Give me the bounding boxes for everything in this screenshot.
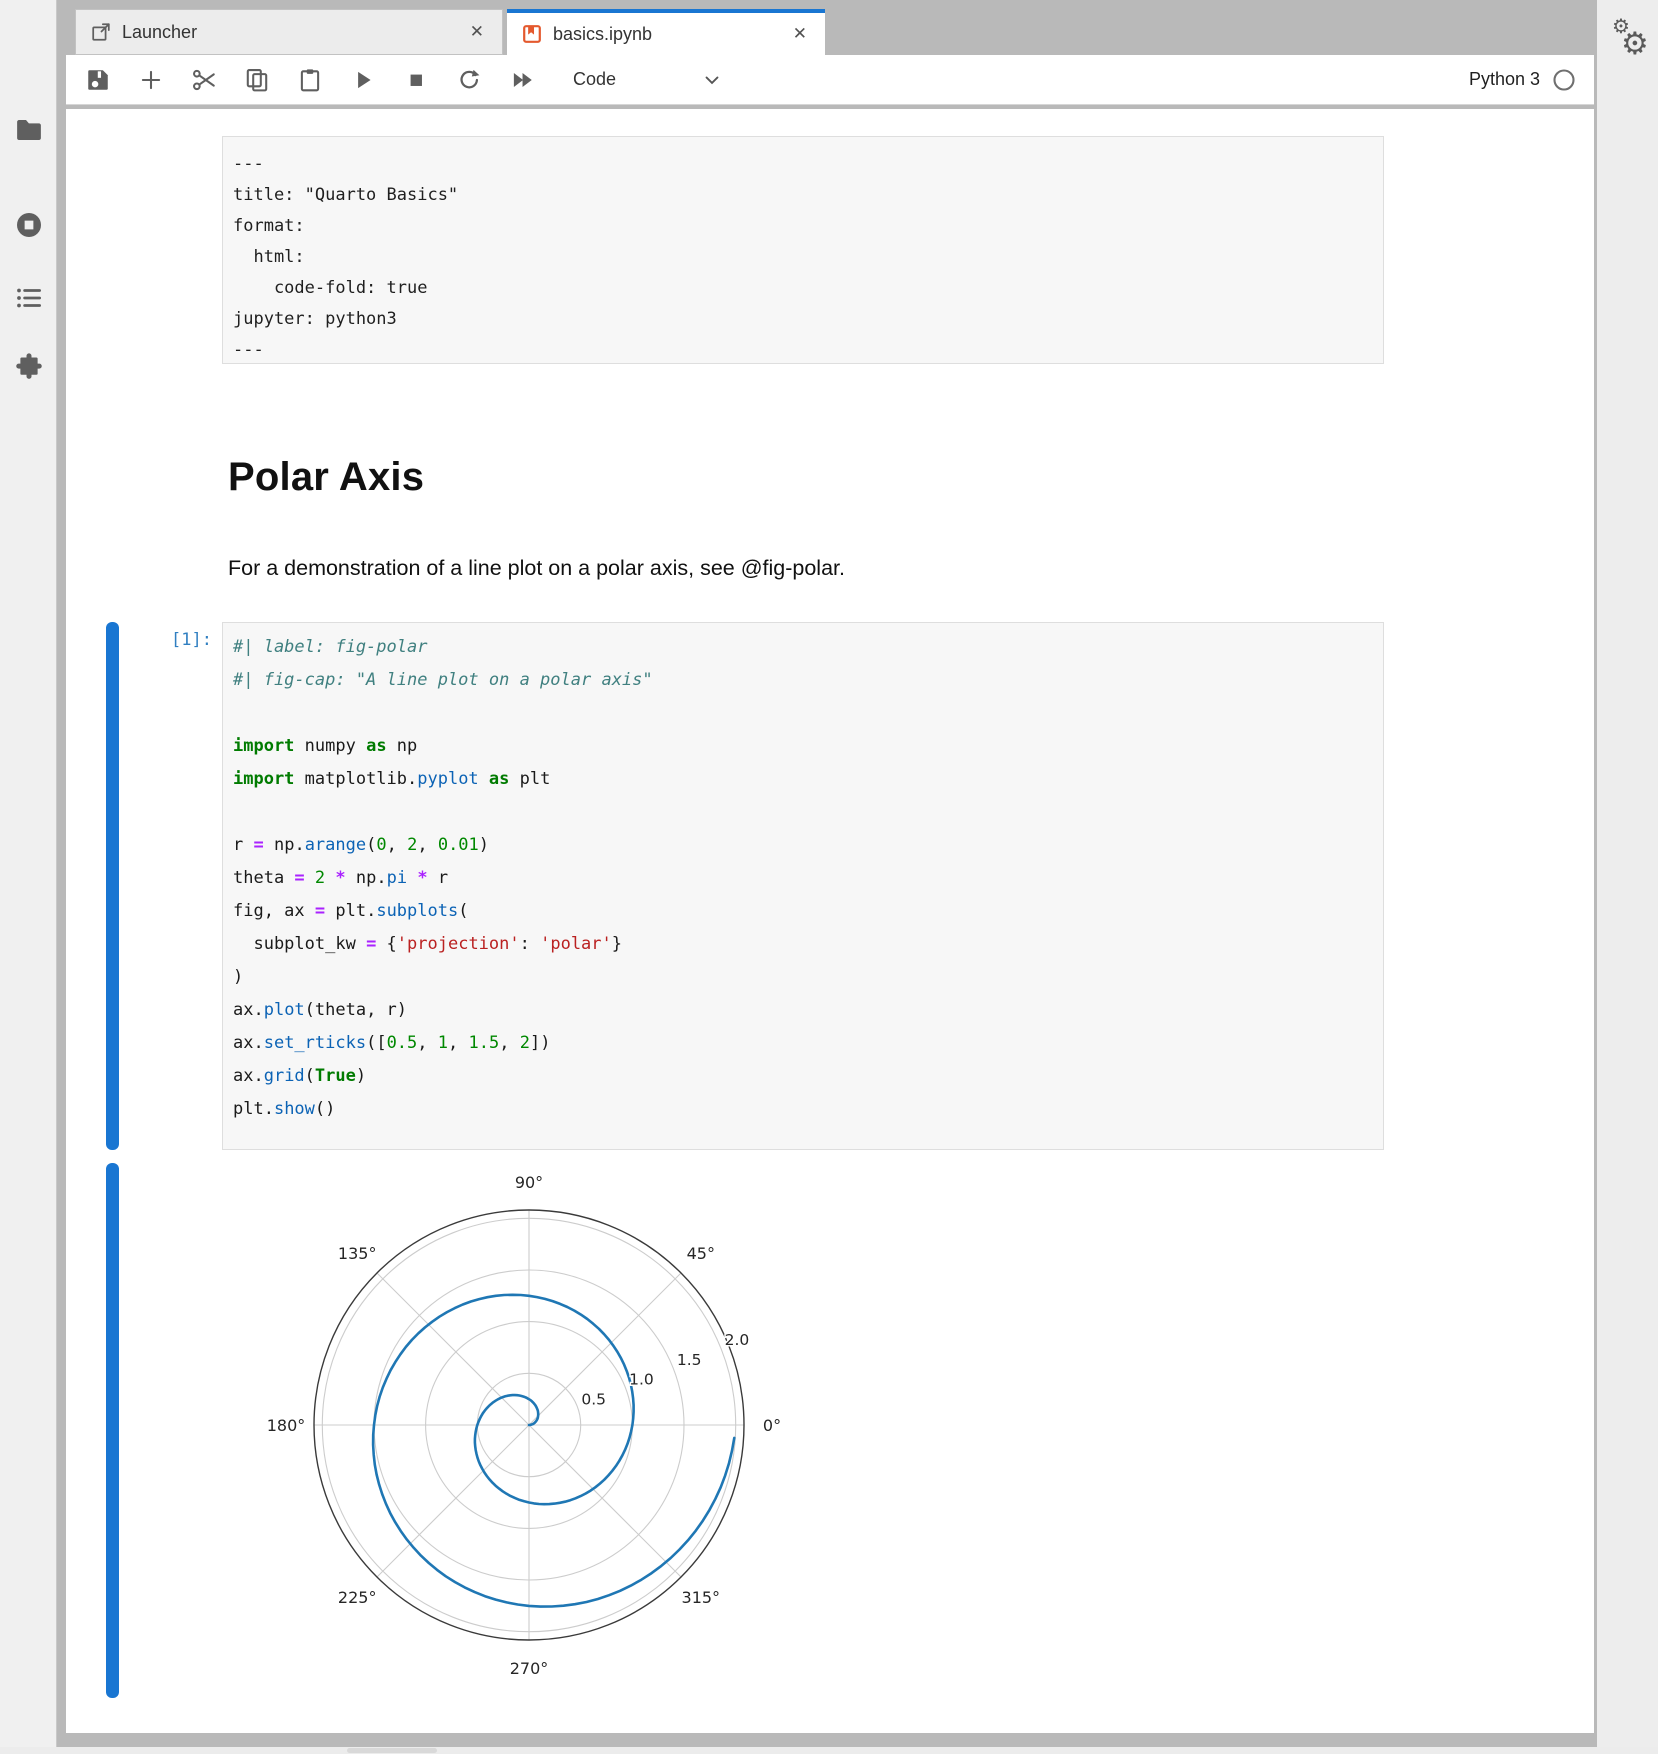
gear-icon: ⚙ [1621,26,1649,62]
tab-basics-ipynb[interactable]: basics.ipynb ✕ [507,9,825,55]
polar-r-tick-label: 0.5 [581,1390,606,1408]
yaml-raw-cell-editor[interactable]: ---title: "Quarto Basics"format: html: c… [222,136,1384,364]
copy-icon [244,67,270,93]
polar-spiral-line [373,1295,734,1607]
polar-spoke-gridline [377,1425,529,1577]
interrupt-kernel-button[interactable] [400,64,432,96]
markdown-heading: Polar Axis [228,455,424,500]
launcher-icon [90,21,112,43]
polar-theta-tick-label: 270° [510,1659,549,1678]
code-cell-editor[interactable]: #| label: fig-polar#| fig-cap: "A line p… [222,622,1384,1150]
input-cell-collapser[interactable] [106,622,119,1150]
polar-theta-tick-label: 315° [682,1588,721,1607]
restart-kernel-button[interactable] [453,64,485,96]
bottom-strip [0,1747,1658,1754]
polar-theta-tick-label: 180° [267,1416,306,1435]
extension-manager-icon[interactable] [12,350,46,384]
right-rail: ⚙ ⚙ [1597,0,1658,1754]
polar-theta-tick-label: 90° [515,1173,543,1192]
stop-icon [403,67,429,93]
running-kernels-icon[interactable] [12,208,46,242]
notebook-icon [521,23,543,45]
puzzle-icon [14,352,44,382]
plus-icon [138,67,164,93]
list-icon [14,283,44,313]
run-cell-button[interactable] [347,64,379,96]
kernel-status-indicator[interactable] [1552,68,1576,92]
restart-icon [456,67,482,93]
notebook-content: ---title: "Quarto Basics"format: html: c… [66,109,1594,1733]
file-browser-icon[interactable] [12,113,46,147]
kernel-area: Python 3 [1469,68,1594,92]
kernel-name[interactable]: Python 3 [1469,69,1540,90]
polar-spoke-gridline [529,1425,681,1577]
notebook-toolbar: Code Python 3 [66,55,1594,105]
clipboard-icon [297,67,323,93]
markdown-paragraph: For a demonstration of a line plot on a … [228,556,845,581]
fast-forward-icon [509,67,535,93]
restart-run-all-button[interactable] [506,64,538,96]
polar-plot-svg: 0° 45° 90° 135° 180° 225° 270° 315° 0.5 1.0 1.5 2.0 [240,1158,820,1718]
cell-type-value: Code [573,69,616,90]
scrollbar-thumb[interactable] [347,1748,437,1753]
close-icon[interactable]: ✕ [466,20,488,44]
paste-cells-button[interactable] [294,64,326,96]
scissors-icon [191,67,217,93]
jupyterlab-window: Launcher ✕ basics.ipynb ✕ [0,0,1658,1754]
output-cell-collapser[interactable] [106,1163,119,1698]
polar-r-tick-label: 1.0 [629,1371,654,1389]
activity-bar [0,0,57,1747]
settings-gears-icon[interactable]: ⚙ ⚙ [1609,14,1653,66]
cell-type-dropdown[interactable]: Code [573,69,723,91]
polar-r-tick-label: 1.5 [677,1351,702,1369]
tab-launcher-label: Launcher [122,22,466,43]
save-button[interactable] [82,64,114,96]
tab-basics-label: basics.ipynb [553,24,789,45]
kernel-idle-circle-icon [1552,68,1576,92]
save-icon [85,67,111,93]
polar-theta-tick-label: 135° [338,1244,377,1263]
polar-theta-tick-label: 45° [687,1244,715,1263]
chevron-down-icon [701,69,723,91]
tab-launcher[interactable]: Launcher ✕ [75,9,503,55]
polar-plot-output: 0° 45° 90° 135° 180° 225° 270° 315° 0.5 1.0 1.5 2.0 [240,1158,820,1718]
stop-circle-icon [14,210,44,240]
folder-icon [14,115,44,145]
close-icon[interactable]: ✕ [789,22,811,46]
polar-theta-tick-label: 0° [763,1416,781,1435]
cut-cells-button[interactable] [188,64,220,96]
polar-theta-tick-label: 225° [338,1588,377,1607]
insert-cell-button[interactable] [135,64,167,96]
table-of-contents-icon[interactable] [12,281,46,315]
input-prompt: [1]: [70,630,212,650]
play-icon [350,67,376,93]
polar-r-tick-label: 2.0 [725,1331,750,1349]
copy-cells-button[interactable] [241,64,273,96]
